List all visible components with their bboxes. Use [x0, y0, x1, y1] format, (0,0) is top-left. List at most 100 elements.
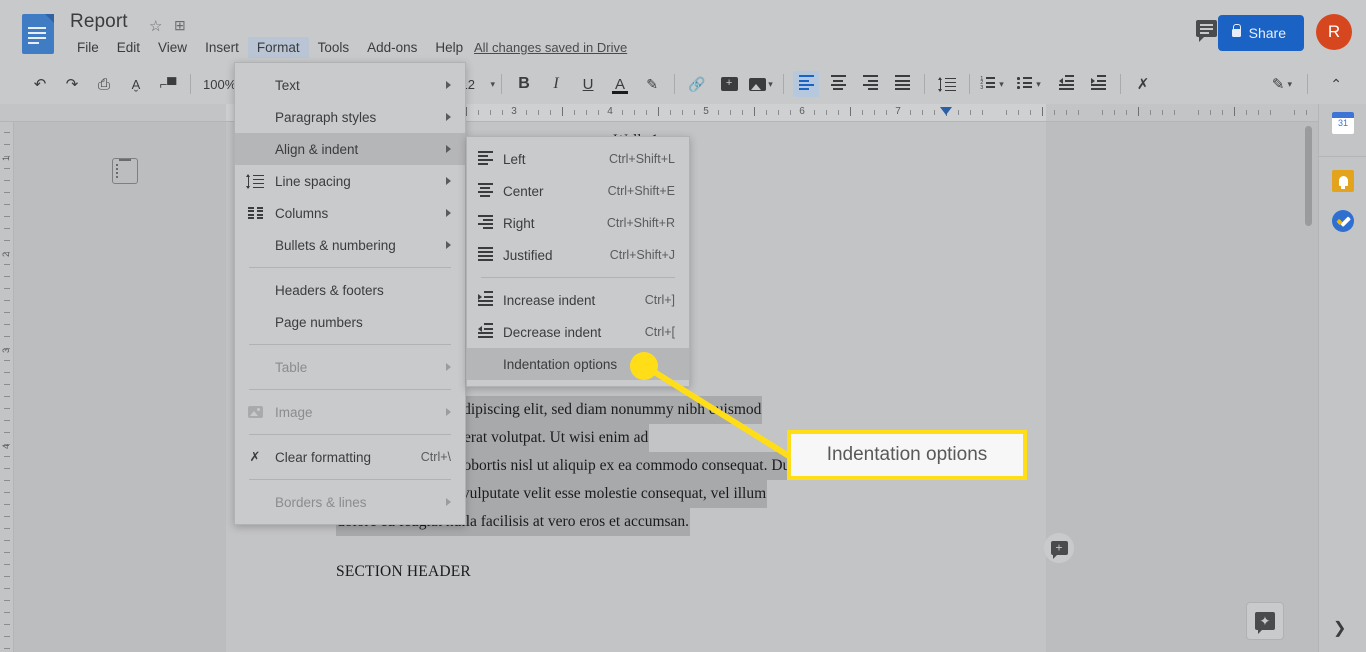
- ruler-tick: [1006, 110, 1007, 115]
- format-menu-item-bullets-numbering[interactable]: Bullets & numbering: [235, 229, 465, 261]
- print-icon[interactable]: ⎙: [91, 71, 117, 97]
- menu-edit[interactable]: Edit: [108, 37, 149, 58]
- align-indent-submenu[interactable]: Left Ctrl+Shift+L Center Ctrl+Shift+E Ri…: [466, 136, 690, 387]
- move-to-folder-icon[interactable]: ⊞: [174, 17, 186, 34]
- align-left-button[interactable]: [793, 71, 820, 97]
- increase-indent-icon[interactable]: [1085, 71, 1111, 97]
- highlight-pen-icon[interactable]: ✎: [639, 71, 665, 97]
- expand-sidebar-icon[interactable]: ❯: [1333, 618, 1346, 638]
- format-menu-item-line-spacing[interactable]: Line spacing: [235, 165, 465, 197]
- format-menu-item-paragraph-styles[interactable]: Paragraph styles: [235, 101, 465, 133]
- ruler-tick: [634, 110, 635, 115]
- avatar[interactable]: R: [1316, 14, 1352, 50]
- ruler-tick: [1162, 110, 1163, 115]
- redo-icon[interactable]: ↷: [59, 71, 85, 97]
- menu-item-label: Line spacing: [275, 173, 351, 189]
- ruler-tick: [4, 648, 10, 649]
- right-indent-marker[interactable]: [940, 107, 952, 115]
- paint-format-icon[interactable]: ⌐▀: [155, 71, 181, 97]
- bold-button[interactable]: B: [511, 71, 537, 97]
- side-panel: 31 ❯: [1318, 104, 1366, 652]
- ruler-tick: [1174, 110, 1175, 115]
- chevron-up-icon[interactable]: ⌃: [1330, 76, 1342, 93]
- document-scrollbar[interactable]: [1305, 126, 1312, 226]
- format-menu-item-align-indent[interactable]: Align & indent: [235, 133, 465, 165]
- calendar-date-label: 31: [1337, 118, 1348, 128]
- ruler-tick: [682, 110, 683, 115]
- submenu-item-right[interactable]: Right Ctrl+Shift+R: [467, 207, 689, 239]
- menu-bar: File Edit View Insert Format Tools Add-o…: [68, 37, 472, 58]
- explore-button[interactable]: ✦: [1246, 602, 1284, 640]
- ruler-number: 5: [703, 106, 709, 117]
- menu-help[interactable]: Help: [426, 37, 472, 58]
- format-menu-item-headers-footers[interactable]: Headers & footers: [235, 274, 465, 306]
- text-color-button[interactable]: A: [607, 71, 633, 97]
- menu-view[interactable]: View: [149, 37, 196, 58]
- keep-app-icon[interactable]: [1332, 170, 1354, 192]
- submenu-item-justified[interactable]: Justified Ctrl+Shift+J: [467, 239, 689, 271]
- format-menu-item-columns[interactable]: Columns: [235, 197, 465, 229]
- bulb-shape: [1338, 176, 1348, 189]
- decrease-indent-icon[interactable]: [1053, 71, 1079, 97]
- columns-icon: [235, 207, 275, 219]
- document-title[interactable]: Report: [70, 11, 128, 33]
- add-comment-icon[interactable]: +: [716, 71, 742, 97]
- menu-format[interactable]: Format: [247, 37, 309, 58]
- insert-image-icon[interactable]: ▾: [748, 71, 774, 97]
- ruler-number: 3: [1, 348, 11, 354]
- menu-addons[interactable]: Add-ons: [358, 37, 426, 58]
- menu-item-shortcut: Ctrl+Shift+E: [607, 184, 675, 198]
- add-comment-floating-button[interactable]: +: [1044, 533, 1074, 563]
- format-menu-item-page-numbers[interactable]: Page numbers: [235, 306, 465, 338]
- submenu-item-center[interactable]: Center Ctrl+Shift+E: [467, 175, 689, 207]
- calendar-app-icon[interactable]: 31: [1332, 112, 1354, 134]
- ruler-tick: [1246, 110, 1247, 115]
- ruler-tick: [1306, 110, 1307, 115]
- italic-button[interactable]: I: [543, 71, 569, 97]
- align-center-button[interactable]: [825, 71, 851, 97]
- spellcheck-icon[interactable]: A̬: [123, 71, 149, 97]
- tasks-app-icon[interactable]: [1332, 210, 1354, 232]
- undo-icon[interactable]: ↶: [27, 71, 53, 97]
- chevron-down-icon: ▾: [1287, 78, 1292, 89]
- edit-mode-selector[interactable]: ✎ ▾: [1272, 75, 1292, 93]
- ruler-tick: [1126, 110, 1127, 115]
- format-menu-item-text[interactable]: Text: [235, 69, 465, 101]
- doc-section-header: SECTION HEADER: [336, 563, 471, 580]
- toolbar-divider: [1307, 74, 1308, 94]
- ruler-tick: [4, 468, 10, 469]
- ruler-tick: [1138, 107, 1139, 116]
- format-menu-panel[interactable]: Text Paragraph styles Align & indent Lin…: [234, 62, 466, 525]
- menu-file[interactable]: File: [68, 37, 108, 58]
- ruler-tick: [1210, 110, 1211, 115]
- ruler-tick: [466, 107, 467, 116]
- horizontal-ruler[interactable]: 1234567: [0, 104, 1318, 122]
- save-status[interactable]: All changes saved in Drive: [474, 40, 627, 55]
- submenu-item-decrease-indent[interactable]: Decrease indent Ctrl+[: [467, 316, 689, 348]
- comment-history-icon[interactable]: [1196, 20, 1220, 44]
- bulleted-list-icon[interactable]: ▾: [1016, 71, 1042, 97]
- format-menu-item-clear-formatting[interactable]: ✗ Clear formatting Ctrl+\: [235, 441, 465, 473]
- menu-divider: [249, 479, 451, 480]
- link-icon[interactable]: 🔗: [684, 71, 710, 97]
- align-justify-button[interactable]: [889, 71, 915, 97]
- toolbar-divider: [1120, 74, 1122, 94]
- submenu-item-left[interactable]: Left Ctrl+Shift+L: [467, 143, 689, 175]
- chevron-right-icon: [446, 498, 451, 506]
- underline-button[interactable]: U: [575, 71, 601, 97]
- line-spacing-icon[interactable]: [934, 71, 960, 97]
- clear-formatting-icon[interactable]: ✗: [1130, 71, 1156, 97]
- document-outline-icon[interactable]: [112, 158, 138, 184]
- star-icon[interactable]: ☆: [149, 17, 162, 35]
- menu-insert[interactable]: Insert: [196, 37, 248, 58]
- submenu-item-increase-indent[interactable]: Increase indent Ctrl+]: [467, 284, 689, 316]
- menu-tools[interactable]: Tools: [309, 37, 359, 58]
- numbered-list-icon[interactable]: 123 ▾: [979, 71, 1005, 97]
- share-button[interactable]: Share: [1217, 15, 1304, 51]
- docs-file-icon[interactable]: [22, 14, 54, 54]
- ruler-tick: [922, 110, 923, 115]
- align-right-button[interactable]: [857, 71, 883, 97]
- ruler-number: 2: [1, 252, 11, 258]
- toolbar-divider: [783, 74, 785, 94]
- ruler-tick: [4, 504, 10, 505]
